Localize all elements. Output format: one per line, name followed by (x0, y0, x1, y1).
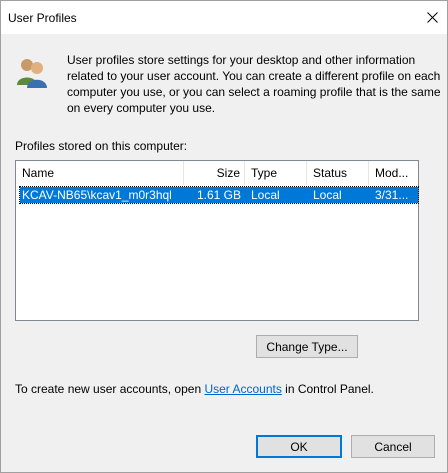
cell-type: Local (251, 188, 280, 202)
close-icon (426, 12, 438, 23)
column-header-modified[interactable]: Mod... (369, 161, 418, 185)
users-icon (17, 59, 47, 88)
column-header-type[interactable]: Type (245, 161, 307, 185)
title-bar: User Profiles (1, 1, 447, 34)
table-row[interactable]: KCAV-NB65\kcav1_m0r3hql 1.61 GB Local Lo… (19, 186, 419, 204)
column-header-name[interactable]: Name (16, 161, 184, 185)
cell-modified: 3/31... (375, 188, 409, 202)
description-text: User profiles store settings for your de… (67, 53, 441, 115)
list-header: Name Size Type Status Mod... (16, 161, 418, 185)
cell-size: 1.61 GB (196, 188, 241, 202)
column-header-size[interactable]: Size (184, 161, 245, 185)
footer-text: To create new user accounts, open User A… (15, 382, 374, 396)
window-title: User Profiles (8, 11, 77, 25)
cell-status: Local (313, 188, 342, 202)
footer-suffix: in Control Panel. (281, 382, 374, 396)
cell-name: KCAV-NB65\kcav1_m0r3hql (22, 188, 172, 202)
ok-button[interactable]: OK (256, 435, 342, 458)
cancel-button[interactable]: Cancel (351, 435, 435, 458)
footer-prefix: To create new user accounts, open (15, 382, 205, 396)
close-button[interactable] (417, 1, 447, 34)
column-header-status[interactable]: Status (307, 161, 369, 185)
user-accounts-link[interactable]: User Accounts (204, 382, 281, 396)
change-type-button[interactable]: Change Type... (256, 335, 358, 358)
profiles-list[interactable]: Name Size Type Status Mod... KCAV-NB65\k… (15, 160, 419, 321)
profiles-label: Profiles stored on this computer: (15, 139, 188, 153)
user-profiles-dialog: User Profiles User profiles store settin… (0, 0, 448, 473)
